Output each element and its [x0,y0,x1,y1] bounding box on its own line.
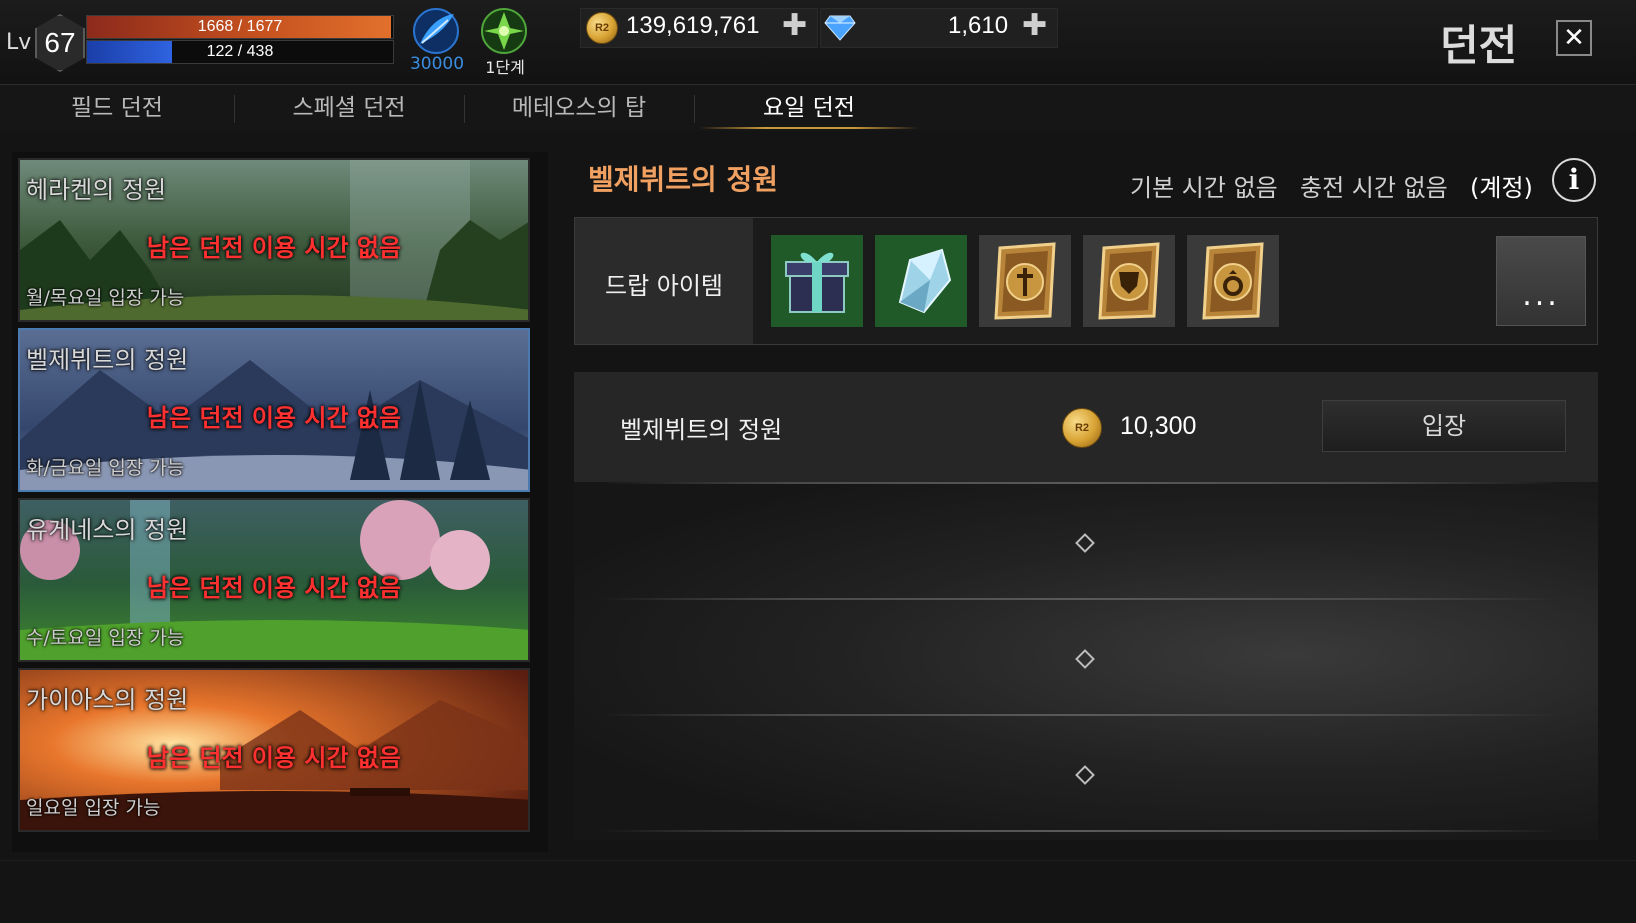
dungeon-name: 헤라켄의 정원 [26,176,167,204]
dungeon-status: 남은 던전 이용 시간 없음 [146,574,402,602]
dungeon-name: 벨제뷔트의 정원 [26,346,189,374]
feather-icon[interactable] [410,6,462,56]
stage-emblem-icon[interactable] [478,6,530,56]
level-prefix: Lv [6,30,32,55]
mp-text: 122 / 438 [206,43,274,60]
enter-button[interactable]: 입장 [1322,400,1566,452]
drop-item-ring-card[interactable] [1186,234,1280,328]
slot-divider [600,598,1560,600]
tab-weekday-dungeon[interactable]: 요일 던전 [694,85,924,131]
dungeon-status: 남은 던전 이용 시간 없음 [146,234,402,262]
dungeon-card-herakhen[interactable]: 헤라켄의 정원 남은 던전 이용 시간 없음 월/목요일 입장 가능 [18,158,530,322]
dungeon-list: 헤라켄의 정원 남은 던전 이용 시간 없음 월/목요일 입장 가능 벨제뷔트의… [12,152,548,852]
active-tab-underline [699,127,919,129]
drop-item-gift-box[interactable] [770,234,864,328]
gem-amount: 1,610 [948,12,1009,39]
tab-label: 필드 던전 [71,95,163,121]
close-button[interactable]: ✕ [1556,20,1592,56]
account-scope-label: (계정) [1470,174,1533,202]
dungeon-name: 가이아스의 정원 [26,686,189,714]
tab-meteos-tower[interactable]: 메테오스의 탑 [464,85,694,131]
tab-field-dungeon[interactable]: 필드 던전 [2,85,232,131]
base-time-text: 기본 시간 없음 [1130,174,1278,202]
hp-bar: 1668 / 1677 [86,15,394,39]
drop-items-label: 드랍 아이템 [604,272,724,300]
gift-box-icon [785,252,849,313]
dungeon-days: 수/토요일 입장 가능 [26,627,185,649]
feather-value: 30000 [409,54,465,74]
shield-card-icon [1098,242,1160,320]
dungeon-days: 월/목요일 입장 가능 [26,287,185,309]
dungeon-days: 일요일 입장 가능 [26,797,161,819]
dungeon-card-gaias[interactable]: 가이아스의 정원 남은 던전 이용 시간 없음 일요일 입장 가능 [18,668,530,832]
dungeon-name: 유게네스의 정원 [26,516,189,544]
charge-time-text: 충전 시간 없음 [1300,174,1448,202]
level-value: 67 [44,27,76,58]
dungeon-card-yugenes[interactable]: 유게네스의 정원 남은 던전 이용 시간 없음 수/토요일 입장 가능 [18,498,530,662]
gold-amount: 139,619,761 [626,12,760,39]
drop-item-shield-card[interactable] [1082,234,1176,328]
dungeon-status: 남은 던전 이용 시간 없음 [146,744,402,772]
info-button[interactable]: i [1552,158,1596,202]
dungeon-tab-bar: 필드 던전 스페셜 던전 메테오스의 탑 요일 던전 [0,85,1636,131]
gold-coin-icon: R2 [586,12,618,44]
slot-divider [600,714,1560,716]
page-title: 던전 [1440,21,1518,70]
add-gem-button[interactable]: ✚ [1022,11,1047,41]
dungeon-status: 남은 던전 이용 시간 없음 [146,404,402,432]
entry-cost: 10,300 [1120,412,1197,440]
entry-dungeon-name: 벨제뷔트의 정원 [620,416,783,444]
sword-card-icon [994,242,1056,320]
ring-card-icon [1202,242,1264,320]
crystal-icon [898,248,952,314]
drop-item-sword-card[interactable] [978,234,1072,328]
mp-bar: 122 / 438 [86,40,394,64]
add-gold-button[interactable]: ✚ [782,11,807,41]
slot-divider [600,830,1560,832]
diamond-icon [824,12,856,42]
hp-text: 1668 / 1677 [197,18,283,35]
tab-label: 메테오스의 탑 [511,95,647,121]
more-items-button[interactable]: ... [1496,236,1586,326]
slot-divider [600,482,1560,484]
drop-item-crystal[interactable] [874,234,968,328]
tab-special-dungeon[interactable]: 스페셜 던전 [234,85,464,131]
selected-dungeon-title: 벨제뷔트의 정원 [588,163,779,196]
tab-label: 스페셜 던전 [292,95,406,121]
gold-coin-icon: R2 [1062,408,1102,448]
tab-label: 요일 던전 [763,95,855,121]
bottom-strip [0,860,1636,923]
dungeon-card-belzebuth[interactable]: 벨제뷔트의 정원 남은 던전 이용 시간 없음 화/금요일 입장 가능 [18,328,530,492]
dungeon-days: 화/금요일 입장 가능 [26,457,185,479]
stage-label: 1단계 [485,58,525,77]
